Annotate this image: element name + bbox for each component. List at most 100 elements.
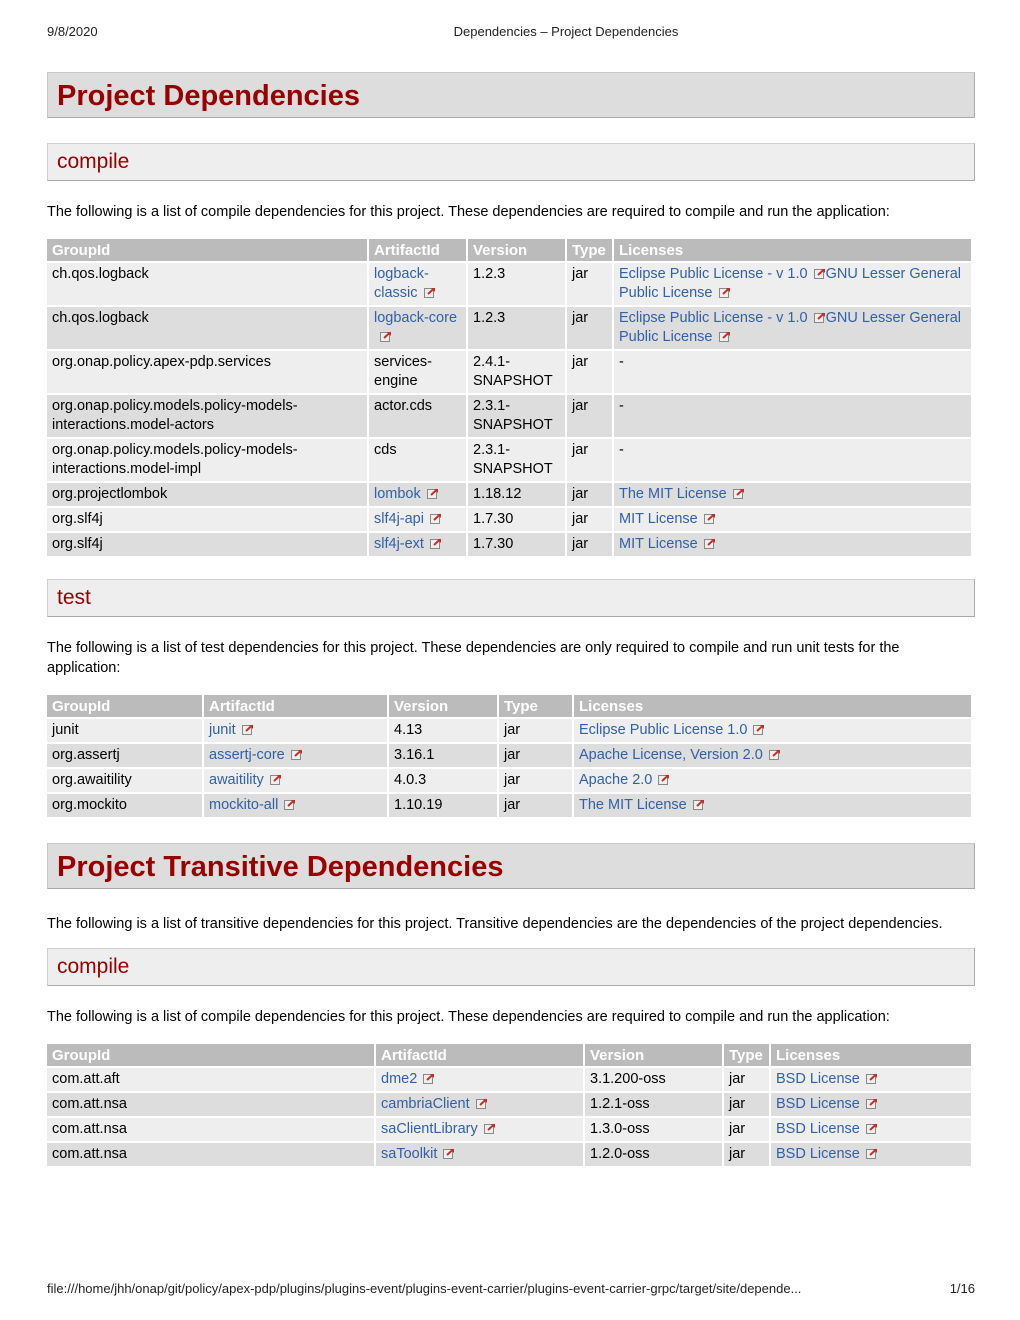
type-cell: jar [567,307,612,349]
license-link-text: Eclipse Public License - v 1.0 [619,266,808,282]
column-header[interactable]: Licenses [771,1044,971,1066]
external-link-icon [423,1073,435,1084]
group-id-cell: com.att.nsa [47,1093,374,1116]
license-link[interactable]: BSD License [776,1071,880,1087]
version-cell: 3.16.1 [389,744,497,767]
license-link-text: BSD License [776,1096,860,1112]
type-cell: jar [567,483,612,506]
column-header[interactable]: GroupId [47,1044,374,1066]
column-header[interactable]: ArtifactId [204,695,387,717]
external-link-icon [692,799,705,810]
column-header[interactable]: Type [499,695,572,717]
license-link[interactable]: BSD License [776,1121,880,1137]
licenses-cell: Eclipse Public License - v 1.0 GNU Lesser… [614,307,971,349]
license-link[interactable]: BSD License [776,1096,880,1112]
transitive-compile-dependencies-table: GroupId ArtifactId Version Type Licenses com.… [45,1042,973,1168]
external-link-icon [768,749,781,760]
group-id-cell: org.onap.policy.apex-pdp.services [47,351,367,393]
artifact-link-text: mockito-all [209,797,279,813]
table-header-row: GroupId ArtifactId Version Type Licenses [47,239,971,261]
table-row: com.att.aft dme2 3.1.200-oss jar BSD License [47,1068,971,1091]
licenses-cell: - [614,395,971,437]
artifact-link-text: slf4j-api [374,511,424,527]
group-id-cell: org.mockito [47,794,202,817]
artifact-link[interactable]: mockito-all [209,797,298,813]
column-header[interactable]: Version [389,695,497,717]
artifact-link[interactable]: cambriaClient [381,1096,490,1112]
licenses-cell: Apache 2.0 [574,769,971,792]
print-header: 9/8/2020 Dependencies – Project Dependen… [0,24,1020,42]
type-cell: jar [499,769,572,792]
artifact-link[interactable]: assertj-core [209,747,305,763]
version-cell: 1.7.30 [468,533,565,556]
version-cell: 1.2.3 [468,307,565,349]
artifact-link-text: slf4j-ext [374,536,424,552]
group-id-cell: org.slf4j [47,533,367,556]
external-link-icon [269,774,282,785]
external-link-icon [865,1123,878,1134]
column-header[interactable]: Type [567,239,612,261]
group-id-cell: junit [47,719,202,742]
column-header[interactable]: Version [585,1044,722,1066]
column-header[interactable]: Licenses [614,239,971,261]
external-link-icon [423,287,436,298]
artifact-link[interactable]: dme2 [381,1071,437,1087]
type-cell: jar [724,1143,769,1166]
version-cell: 1.2.0-oss [585,1143,722,1166]
column-header[interactable]: Type [724,1044,769,1066]
licenses-cell: - [614,439,971,481]
version-cell: 4.0.3 [389,769,497,792]
table-row: ch.qos.logback logback-core 1.2.3 jar Eclips… [47,307,971,349]
license-link[interactable]: The MIT License [619,486,747,502]
artifact-link[interactable]: logback-classic [374,266,438,301]
external-link-icon [718,287,731,298]
license-link[interactable]: Eclipse Public License - v 1.0 [619,310,826,326]
column-header[interactable]: GroupId [47,239,367,261]
license-link[interactable]: The MIT License [579,797,707,813]
license-link[interactable]: MIT License [619,536,718,552]
type-cell: jar [724,1068,769,1091]
type-cell: jar [567,533,612,556]
column-header[interactable]: ArtifactId [369,239,466,261]
license-link[interactable]: Eclipse Public License 1.0 [579,722,767,738]
column-header[interactable]: Version [468,239,565,261]
version-cell: 1.2.3 [468,263,565,305]
artifact-link-text: saClientLibrary [381,1121,478,1137]
license-link[interactable]: Eclipse Public License - v 1.0 [619,266,826,282]
license-link[interactable]: BSD License [776,1146,880,1162]
artifact-link[interactable]: slf4j-api [374,511,444,527]
license-link-text: MIT License [619,511,698,527]
type-cell: jar [567,439,612,481]
artifact-id-cell: mockito-all [204,794,387,817]
license-link[interactable]: MIT License [619,511,718,527]
license-link[interactable]: Apache 2.0 [579,772,672,788]
column-header[interactable]: GroupId [47,695,202,717]
external-link-icon [865,1148,878,1159]
column-header[interactable]: Licenses [574,695,971,717]
artifact-link[interactable]: junit [209,722,256,738]
licenses-cell: MIT License [614,533,971,556]
license-link-text: Eclipse Public License - v 1.0 [619,310,808,326]
column-header[interactable]: ArtifactId [376,1044,583,1066]
licenses-cell: Eclipse Public License 1.0 [574,719,971,742]
artifact-link[interactable]: slf4j-ext [374,536,444,552]
artifact-link[interactable]: awaitility [209,772,284,788]
license-link-text: MIT License [619,536,698,552]
artifact-link[interactable]: saClientLibrary [381,1121,498,1137]
version-cell: 1.7.30 [468,508,565,531]
external-link-icon [703,513,716,524]
group-id-cell: ch.qos.logback [47,263,367,305]
artifact-link[interactable]: logback-core [374,310,457,345]
artifact-id-cell: logback-classic [369,263,466,305]
external-link-icon [718,331,731,342]
license-link[interactable]: Apache License, Version 2.0 [579,747,783,763]
artifact-id-cell: cambriaClient [376,1093,583,1116]
artifact-link-text: dme2 [381,1071,418,1087]
compile-dependencies-table: GroupId ArtifactId Version Type Licenses ch.q… [45,237,973,558]
table-row: org.awaitility awaitility 4.0.3 jar Apache 2… [47,769,971,792]
external-link-icon [732,488,745,499]
artifact-link[interactable]: lombok [374,486,441,502]
license-link-text: BSD License [776,1146,860,1162]
artifact-link[interactable]: saToolkit [381,1146,457,1162]
group-id-cell: com.att.nsa [47,1143,374,1166]
